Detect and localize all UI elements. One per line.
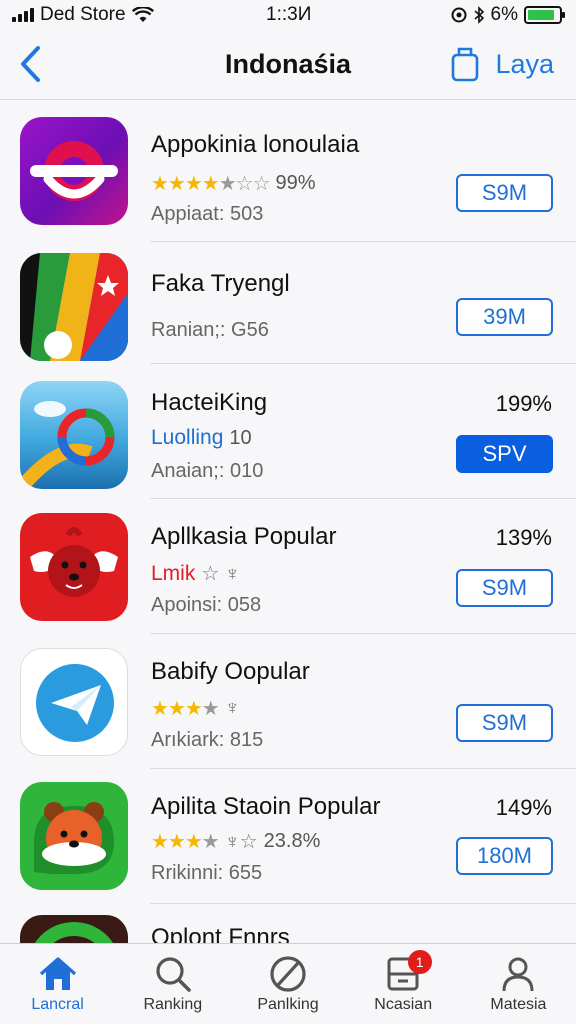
battery-percent: 6% <box>490 4 518 25</box>
alarm-icon <box>451 7 467 23</box>
get-button[interactable]: 39M <box>456 298 553 336</box>
list-item[interactable]: Appokinia lonoulaia ★★★★★☆☆ 99% Appiaat:… <box>0 101 576 242</box>
rating-line: ★★★★ ♆ <box>151 696 240 721</box>
app-logo-icon <box>30 141 118 201</box>
page-title: Indonaśia <box>224 49 352 79</box>
app-name: Appokinia lonoulaia <box>151 131 360 158</box>
star-rating-icon: ★★★★★☆☆ <box>151 173 271 195</box>
app-list: Appokinia lonoulaia ★★★★★☆☆ 99% Appiaat:… <box>0 101 576 943</box>
tab-updates[interactable]: 1 Ncasian <box>346 944 461 1024</box>
battery-fill <box>528 10 554 20</box>
app-icon <box>20 648 128 756</box>
rating-percent: 99% <box>275 172 316 194</box>
app-icon <box>20 117 128 225</box>
app-subtitle: Anaian;: 010 <box>151 460 264 482</box>
nav-right-group: Laya <box>451 46 554 82</box>
nav-right-button[interactable]: Laya <box>495 49 554 80</box>
signal-icon <box>12 8 34 22</box>
notification-badge: 1 <box>407 950 432 974</box>
no-entry-icon <box>266 952 310 996</box>
app-name: HacteiKing <box>151 389 268 416</box>
list-item[interactable]: HacteiKing 199% Luolling 10 Anaian;: 010… <box>0 364 576 499</box>
app-icon <box>20 253 128 361</box>
home-icon <box>36 952 80 996</box>
status-right: 6% <box>451 4 565 26</box>
extra-icon: ♆☆ <box>224 831 258 853</box>
tab-home[interactable]: Lancral <box>0 944 115 1024</box>
app-percent: 199% <box>495 391 552 416</box>
star-outline-icon: ☆ ♆ <box>201 563 240 585</box>
rating-percent: 23.8% <box>263 830 321 852</box>
tab-ranking[interactable]: Ranking <box>115 944 230 1024</box>
get-button[interactable]: S9M <box>456 569 553 607</box>
rating-count: 10 <box>229 426 252 449</box>
rating-line: ★★★★★☆☆ 99% <box>151 171 316 196</box>
status-left: Ded Store <box>12 4 154 26</box>
chevron-left-icon <box>21 46 40 82</box>
rating-line: Luolling 10 <box>151 426 252 450</box>
tab-profile[interactable]: Matesia <box>461 944 576 1024</box>
app-name: Apllkasia Popular <box>151 523 337 550</box>
app-icon <box>20 381 128 489</box>
bag-icon[interactable] <box>451 46 479 82</box>
rating-link[interactable]: Luolling <box>151 426 223 450</box>
tab-label: Matesia <box>490 996 547 1013</box>
list-item[interactable]: Babify Oopular ★★★★ ♆ Arıkiark: 815 S9M <box>0 634 576 769</box>
app-name: Oplont Fnnrs <box>151 924 290 943</box>
status-time: 1::3И <box>266 4 312 25</box>
app-logo-icon <box>30 527 118 597</box>
star-rating-icon: ★★★★ <box>151 831 220 853</box>
app-logo-icon <box>34 802 114 874</box>
app-percent: 149% <box>495 795 552 820</box>
app-name: Apilita Staoin Popular <box>151 793 381 820</box>
tab-label: Ranking <box>143 996 203 1013</box>
app-name: Faka Tryengl <box>151 270 290 297</box>
get-button[interactable]: SPV <box>456 435 553 473</box>
app-subtitle: Rrikinni: 655 <box>151 862 263 884</box>
app-subtitle: Ranian;: G56 <box>151 319 269 341</box>
extra-icon: ♆ <box>224 697 240 719</box>
app-logo-icon <box>20 253 128 361</box>
person-icon <box>496 952 540 996</box>
list-item[interactable]: Oplont Fnnrs <box>0 904 576 943</box>
rating-line: ★★★★ ♆☆ 23.8% <box>151 829 320 854</box>
battery-icon <box>524 6 565 24</box>
star-rating-icon: ★★★★ <box>151 698 220 720</box>
list-item[interactable]: Apilita Staoin Popular 149% ★★★★ ♆☆ 23.8… <box>0 769 576 904</box>
app-subtitle: Apoinsi: 058 <box>151 594 262 616</box>
navigation-bar: Indonaśia Laya <box>0 30 576 100</box>
carrier-label: Ded Store <box>40 4 126 25</box>
app-name: Babify Oopular <box>151 658 310 685</box>
status-bar: Ded Store 1::3И 6% <box>0 0 576 30</box>
back-button[interactable] <box>10 44 50 84</box>
app-logo-icon <box>20 401 115 489</box>
tab-label: Panlking <box>257 996 319 1013</box>
get-button[interactable]: S9M <box>456 174 553 212</box>
tab-label: Lancral <box>31 996 84 1013</box>
tab-label: Ncasian <box>374 996 433 1013</box>
list-item[interactable]: Faka Tryengl Ranian;: G56 39M <box>0 242 576 364</box>
app-icon <box>20 782 128 890</box>
search-icon <box>151 952 195 996</box>
app-logo-icon <box>34 922 114 943</box>
app-subtitle: Arıkiark: 815 <box>151 729 264 751</box>
app-icon <box>20 915 128 943</box>
rating-label: Lmik <box>151 561 196 585</box>
list-item[interactable]: Apllkasia Popular 139% Lmik ☆ ♆ Apoinsi:… <box>0 499 576 634</box>
rating-line: Lmik ☆ ♆ <box>151 561 240 586</box>
get-button[interactable]: 180M <box>456 837 553 875</box>
app-percent: 139% <box>495 525 552 550</box>
app-icon <box>20 513 128 621</box>
get-button[interactable]: S9M <box>456 704 553 742</box>
wifi-icon <box>131 7 154 22</box>
app-subtitle: Appiaat: 503 <box>151 203 264 225</box>
tab-bar: Lancral Ranking Panlking 1 Ncasian Mates… <box>0 943 576 1024</box>
app-logo-icon <box>36 664 114 742</box>
bluetooth-icon <box>474 6 484 24</box>
tab-panlking[interactable]: Panlking <box>230 944 345 1024</box>
